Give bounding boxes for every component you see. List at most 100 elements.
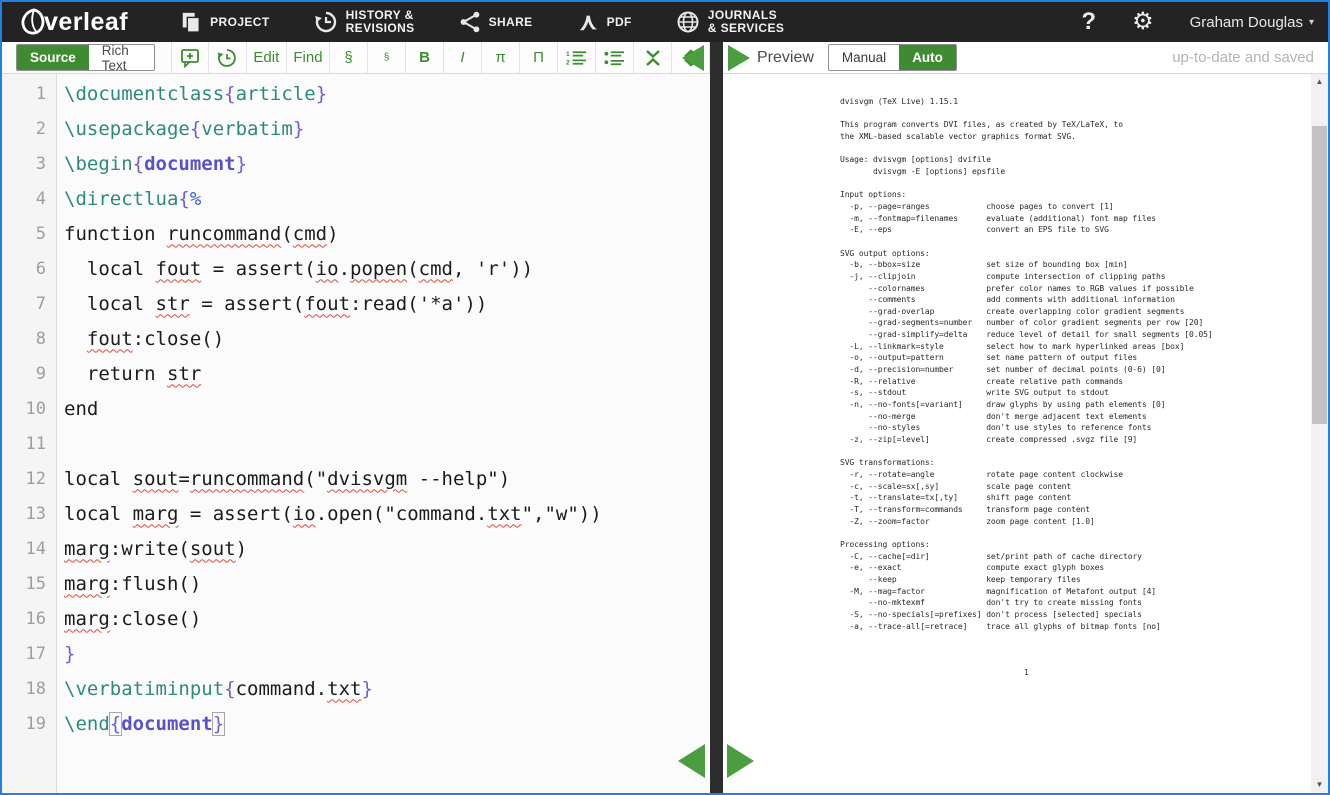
history-clock-icon xyxy=(217,48,237,68)
bullet-list-icon xyxy=(604,49,625,67)
code-line[interactable]: 9 return str xyxy=(2,356,710,391)
subsection-button[interactable]: § xyxy=(368,42,406,73)
inline-math-button[interactable]: π xyxy=(482,42,520,73)
section-button[interactable]: § xyxy=(330,42,368,73)
nav-item-history-revisions[interactable]: HISTORY & REVISIONS xyxy=(314,9,415,35)
numbered-list-icon: 1 2 xyxy=(566,49,587,67)
collapse-icon xyxy=(644,49,662,67)
overleaf-logo[interactable]: verleaf xyxy=(18,7,128,37)
code-line[interactable]: 12local sout=runcommand("dvisvgm --help"… xyxy=(2,461,710,496)
scroll-down-arrow[interactable]: ▼ xyxy=(1311,778,1328,792)
code-content: local sout=runcommand("dvisvgm --help") xyxy=(57,468,510,490)
line-number: 8 xyxy=(2,329,57,349)
code-line[interactable]: 15marg:flush() xyxy=(2,566,710,601)
auto-compile-button[interactable]: Auto xyxy=(899,45,956,70)
expand-preview-arrow[interactable] xyxy=(728,45,750,71)
nav-item-share[interactable]: SHARE xyxy=(459,11,533,33)
code-line[interactable]: 11 xyxy=(2,426,710,461)
rich-text-mode-button[interactable]: Rich Text xyxy=(89,45,154,70)
code-content: \documentclass{article} xyxy=(57,83,327,105)
code-content: function runcommand(cmd) xyxy=(57,223,339,245)
code-editor[interactable]: 1\documentclass{article}2\usepackage{ver… xyxy=(2,74,710,793)
editor-pane: Source Rich Text Edit Find § § xyxy=(2,42,710,793)
pdf-viewer[interactable]: dvisvgm (TeX Live) 1.15.1 This program c… xyxy=(723,74,1328,793)
collapse-editor-arrow-bottom[interactable] xyxy=(678,744,705,778)
manual-compile-button[interactable]: Manual xyxy=(829,45,899,70)
bold-button[interactable]: B xyxy=(406,42,444,73)
code-line[interactable]: 8 fout:close() xyxy=(2,321,710,356)
track-changes-button[interactable] xyxy=(209,42,247,73)
code-line[interactable]: 10end xyxy=(2,391,710,426)
user-menu[interactable]: Graham Douglas ▾ xyxy=(1190,14,1314,31)
code-line[interactable]: 5function runcommand(cmd) xyxy=(2,216,710,251)
scroll-up-arrow[interactable]: ▲ xyxy=(1311,75,1328,89)
line-number: 15 xyxy=(2,574,57,594)
line-number: 6 xyxy=(2,259,57,279)
line-number: 4 xyxy=(2,189,57,209)
line-number: 2 xyxy=(2,119,57,139)
edit-button[interactable]: Edit xyxy=(247,42,287,73)
code-line[interactable]: 17} xyxy=(2,636,710,671)
mode-toggle: Source Rich Text xyxy=(16,44,155,71)
preview-toolbar: Preview Manual Auto up-to-date and saved xyxy=(723,42,1328,74)
source-mode-button[interactable]: Source xyxy=(17,45,89,70)
nav-label: PROJECT xyxy=(210,16,269,29)
code-line[interactable]: 6 local fout = assert(io.popen(cmd, 'r')… xyxy=(2,251,710,286)
code-content: end xyxy=(57,398,98,420)
line-number: 5 xyxy=(2,224,57,244)
collapse-button[interactable] xyxy=(634,42,672,73)
compile-mode-toggle: Manual Auto xyxy=(828,44,957,71)
editor-toolbar: Source Rich Text Edit Find § § xyxy=(2,42,710,74)
line-number: 13 xyxy=(2,504,57,524)
expand-preview-arrow-bottom[interactable] xyxy=(727,744,754,778)
code-line[interactable]: 18\verbatiminput{command.txt} xyxy=(2,671,710,706)
numbered-list-button[interactable]: 1 2 xyxy=(558,42,596,73)
code-line[interactable]: 13local marg = assert(io.open("command.t… xyxy=(2,496,710,531)
pdf-icon xyxy=(577,11,599,33)
logo-text: verleaf xyxy=(44,8,128,37)
italic-button[interactable]: I xyxy=(444,42,482,73)
pdf-page-text: dvisvgm (TeX Live) 1.15.1 This program c… xyxy=(840,96,1213,679)
preview-label: Preview xyxy=(757,49,814,67)
project-icon xyxy=(180,11,202,33)
code-line[interactable]: 1\documentclass{article} xyxy=(2,76,710,111)
add-comment-button[interactable] xyxy=(171,42,209,73)
collapse-editor-arrow[interactable] xyxy=(682,45,704,71)
nav-item-project[interactable]: PROJECT xyxy=(180,11,269,33)
svg-text:2: 2 xyxy=(566,59,570,66)
code-content: \verbatiminput{command.txt} xyxy=(57,678,373,700)
save-status: up-to-date and saved xyxy=(1172,49,1328,66)
code-line[interactable]: 7 local str = assert(fout:read('*a')) xyxy=(2,286,710,321)
settings-gear-icon[interactable]: ⚙ xyxy=(1132,10,1154,34)
code-line[interactable]: 16marg:close() xyxy=(2,601,710,636)
nav-label: JOURNALS & SERVICES xyxy=(708,9,784,35)
display-math-button[interactable]: Π xyxy=(520,42,558,73)
code-content: marg:flush() xyxy=(57,573,201,595)
user-name: Graham Douglas xyxy=(1190,14,1303,31)
code-content: \usepackage{verbatim} xyxy=(57,118,304,140)
code-content: return str xyxy=(57,363,201,385)
code-line[interactable]: 19\end{document} xyxy=(2,706,710,741)
bullet-list-button[interactable] xyxy=(596,42,634,73)
line-number: 12 xyxy=(2,469,57,489)
code-line[interactable]: 2\usepackage{verbatim} xyxy=(2,111,710,146)
svg-text:1: 1 xyxy=(566,51,570,58)
line-number: 17 xyxy=(2,644,57,664)
code-content: \directlua{% xyxy=(57,188,201,210)
code-line[interactable]: 14marg:write(sout) xyxy=(2,531,710,566)
pane-divider[interactable] xyxy=(710,42,723,793)
scrollbar-thumb[interactable] xyxy=(1312,126,1327,424)
add-comment-icon xyxy=(180,48,200,68)
help-button[interactable]: ? xyxy=(1081,8,1096,36)
workspace: Source Rich Text Edit Find § § xyxy=(2,42,1328,793)
pdf-scrollbar[interactable]: ▲ ▼ xyxy=(1311,74,1328,793)
nav-item-pdf[interactable]: PDF xyxy=(577,11,632,33)
code-content: \end{document} xyxy=(57,713,224,735)
code-line[interactable]: 3\begin{document} xyxy=(2,146,710,181)
line-number: 3 xyxy=(2,154,57,174)
find-button[interactable]: Find xyxy=(287,42,330,73)
code-content: \begin{document} xyxy=(57,153,247,175)
code-line[interactable]: 4\directlua{% xyxy=(2,181,710,216)
nav-item-journals-services[interactable]: JOURNALS & SERVICES xyxy=(676,9,784,35)
chevron-down-icon: ▾ xyxy=(1309,17,1314,28)
